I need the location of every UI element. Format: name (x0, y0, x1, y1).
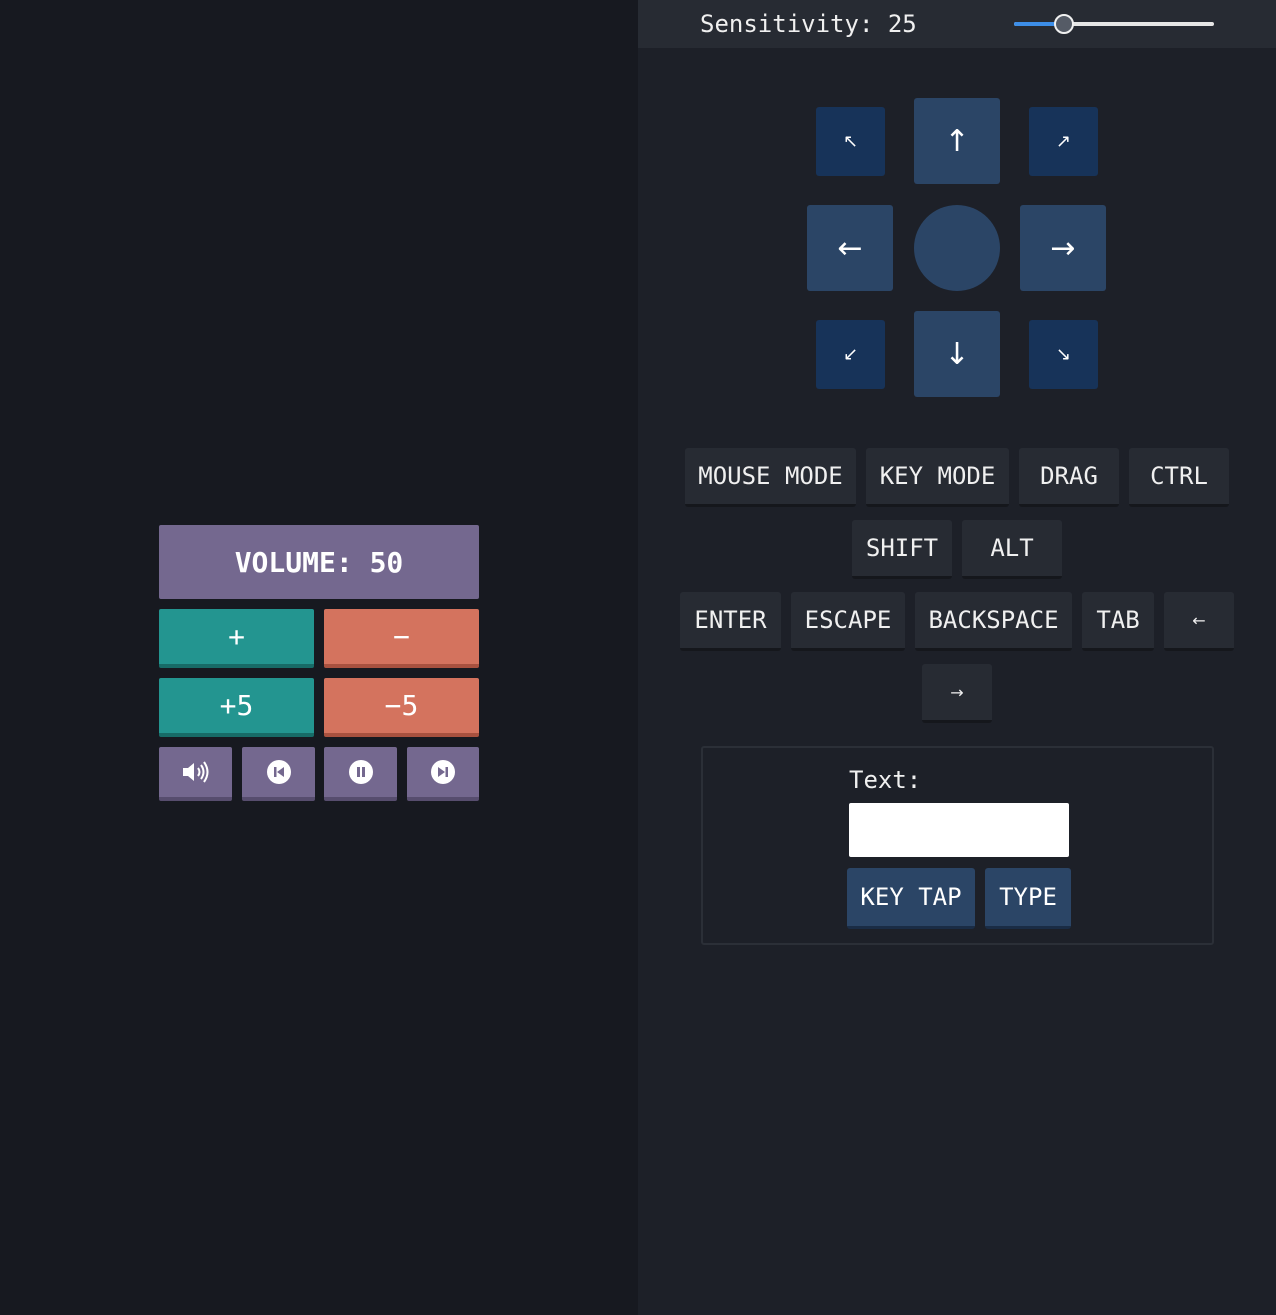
move-left-button[interactable]: ← (807, 205, 893, 291)
click-button[interactable] (914, 205, 1000, 291)
sensitivity-bar: Sensitivity: 25 (638, 0, 1276, 48)
shift-key[interactable]: SHIFT (852, 520, 952, 579)
move-right-button[interactable]: → (1020, 205, 1106, 291)
text-input[interactable] (849, 803, 1069, 857)
sensitivity-slider[interactable] (1014, 14, 1214, 34)
sensitivity-label: Sensitivity: 25 (700, 10, 917, 38)
tab-key[interactable]: TAB (1082, 592, 1154, 651)
control-pane: Sensitivity: 25 ↖ ↑ ↗ ← → ↙ ↓ ↘ MOUSE MO… (638, 0, 1276, 1315)
volume-up-5-button[interactable]: +5 (159, 678, 314, 737)
key-mode-button[interactable]: KEY MODE (866, 448, 1009, 507)
enter-key[interactable]: ENTER (680, 592, 781, 651)
move-down-right-button[interactable]: ↘ (1029, 320, 1098, 389)
backspace-key[interactable]: BACKSPACE (915, 592, 1072, 651)
move-down-button[interactable]: ↓ (914, 311, 1000, 397)
key-tap-button[interactable]: KEY TAP (847, 868, 975, 929)
next-track-button[interactable] (407, 747, 479, 801)
escape-key[interactable]: ESCAPE (791, 592, 905, 651)
move-up-right-button[interactable]: ↗ (1029, 107, 1098, 176)
previous-track-icon (266, 759, 292, 785)
text-label: Text: (849, 766, 922, 794)
volume-down-5-button[interactable]: −5 (324, 678, 479, 737)
volume-icon (182, 761, 210, 783)
next-track-icon (430, 759, 456, 785)
move-down-left-button[interactable]: ↙ (816, 320, 885, 389)
mute-button[interactable] (159, 747, 232, 801)
arrow-left-key[interactable]: ← (1164, 592, 1234, 651)
volume-pane: VOLUME: 50 + − +5 −5 (0, 0, 638, 1315)
alt-key[interactable]: ALT (962, 520, 1062, 579)
volume-display: VOLUME: 50 (159, 525, 479, 599)
text-entry-panel: Text: KEY TAP TYPE (701, 746, 1214, 945)
move-up-button[interactable]: ↑ (914, 98, 1000, 184)
drag-button[interactable]: DRAG (1019, 448, 1119, 507)
previous-track-button[interactable] (242, 747, 315, 801)
sensitivity-slider-thumb[interactable] (1054, 14, 1074, 34)
type-button[interactable]: TYPE (985, 868, 1071, 929)
pause-icon (348, 759, 374, 785)
volume-up-button[interactable]: + (159, 609, 314, 668)
mouse-mode-button[interactable]: MOUSE MODE (685, 448, 856, 507)
ctrl-key[interactable]: CTRL (1129, 448, 1229, 507)
volume-down-button[interactable]: − (324, 609, 479, 668)
move-up-left-button[interactable]: ↖ (816, 107, 885, 176)
arrow-right-key[interactable]: → (922, 664, 992, 723)
pause-button[interactable] (324, 747, 397, 801)
